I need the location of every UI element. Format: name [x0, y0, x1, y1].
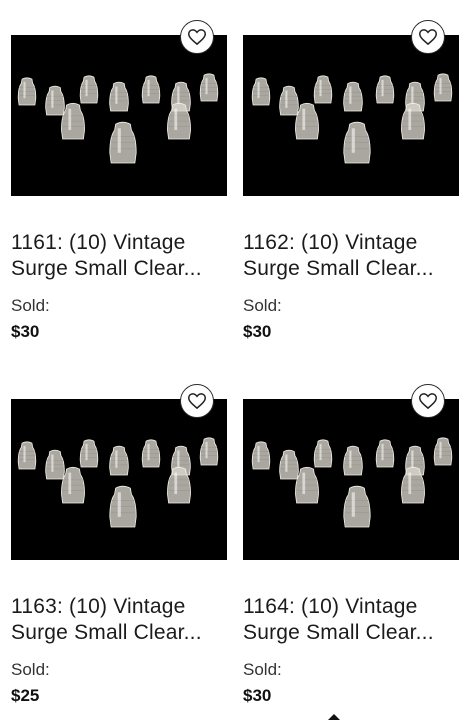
lot-image[interactable] — [11, 399, 227, 560]
scroll-indicator-icon — [328, 714, 340, 720]
lot-title-line1: 1161: (10) Vintage — [11, 231, 186, 254]
glass-insulator — [199, 73, 219, 102]
lot-title-line1: 1164: (10) Vintage — [243, 595, 418, 618]
glass-insulator — [61, 102, 85, 140]
glass-insulator — [61, 466, 85, 504]
glass-insulator — [313, 75, 333, 104]
lot-title-line2: Surge Small Clear... — [11, 621, 202, 644]
lot-image[interactable] — [11, 35, 227, 196]
lot-title[interactable]: 1161: (10) Vintage Surge Small Clear... — [11, 230, 231, 282]
glass-insulator — [279, 85, 299, 116]
glass-insulator — [279, 449, 299, 480]
lot-title-line2: Surge Small Clear... — [11, 257, 202, 280]
sold-price: $30 — [243, 686, 272, 705]
heart-outline-icon — [188, 393, 206, 409]
lot-title-line1: 1162: (10) Vintage — [243, 231, 418, 254]
glass-insulator — [343, 121, 371, 164]
heart-outline-icon — [188, 29, 206, 45]
glass-insulator — [251, 77, 271, 106]
glass-insulator — [109, 445, 129, 476]
lot-title-line2: Surge Small Clear... — [243, 621, 434, 644]
heart-outline-icon — [419, 29, 437, 45]
glass-insulator — [17, 441, 37, 470]
glass-insulator — [45, 449, 65, 480]
glass-insulator — [343, 445, 363, 476]
insulators-photo — [17, 437, 219, 528]
glass-insulator — [375, 75, 395, 104]
glass-insulator — [295, 102, 319, 140]
favorite-button[interactable] — [411, 384, 445, 418]
favorite-button[interactable] — [180, 20, 214, 54]
glass-insulator — [251, 441, 271, 470]
glass-insulator — [375, 439, 395, 468]
glass-insulator — [199, 437, 219, 466]
insulators-photo — [17, 73, 219, 164]
sold-label: Sold: — [11, 660, 50, 679]
sold-label: Sold: — [243, 296, 282, 315]
sold-label: Sold: — [243, 660, 282, 679]
glass-insulator — [141, 75, 161, 104]
glass-insulator — [313, 439, 333, 468]
glass-insulator — [433, 437, 453, 466]
insulators-photo — [251, 437, 453, 528]
lot-title-line2: Surge Small Clear... — [243, 257, 434, 280]
glass-insulator — [109, 485, 137, 528]
lot-title[interactable]: 1163: (10) Vintage Surge Small Clear... — [11, 594, 231, 646]
sold-label: Sold: — [11, 296, 50, 315]
glass-insulator — [45, 85, 65, 116]
glass-insulator — [109, 81, 129, 112]
glass-insulator — [17, 77, 37, 106]
lot-title[interactable]: 1162: (10) Vintage Surge Small Clear... — [243, 230, 463, 282]
sold-price: $30 — [11, 322, 40, 341]
insulators-photo — [251, 73, 453, 164]
sold-price: $25 — [11, 686, 40, 705]
glass-insulator — [433, 73, 453, 102]
glass-insulator — [343, 81, 363, 112]
glass-insulator — [79, 439, 99, 468]
heart-outline-icon — [419, 393, 437, 409]
lot-title[interactable]: 1164: (10) Vintage Surge Small Clear... — [243, 594, 463, 646]
lot-image[interactable] — [243, 35, 459, 196]
glass-insulator — [79, 75, 99, 104]
glass-insulator — [141, 439, 161, 468]
glass-insulator — [109, 121, 137, 164]
glass-insulator — [295, 466, 319, 504]
glass-insulator — [343, 485, 371, 528]
sold-price: $30 — [243, 322, 272, 341]
lot-title-line1: 1163: (10) Vintage — [11, 595, 186, 618]
lot-image[interactable] — [243, 399, 459, 560]
favorite-button[interactable] — [411, 20, 445, 54]
favorite-button[interactable] — [180, 384, 214, 418]
